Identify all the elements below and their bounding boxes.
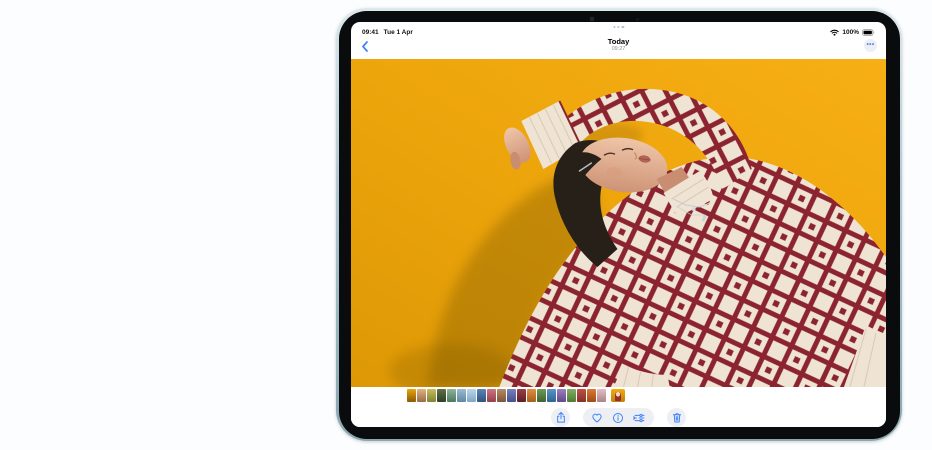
delete-icon — [671, 411, 683, 424]
more-button[interactable]: ••• — [864, 39, 877, 52]
photo-toolbar — [351, 408, 886, 427]
filmstrip-thumbnail[interactable] — [547, 389, 556, 402]
microphone — [636, 18, 639, 21]
filmstrip-thumbnail[interactable] — [597, 389, 606, 402]
filmstrip-thumbnail[interactable] — [487, 389, 496, 402]
wifi-icon — [830, 29, 839, 36]
share-button[interactable] — [551, 408, 570, 427]
battery-icon — [862, 29, 875, 36]
filmstrip-thumbnail[interactable] — [527, 389, 536, 402]
multitask-indicator[interactable] — [613, 26, 624, 28]
filmstrip-thumbnail[interactable] — [517, 389, 526, 402]
filmstrip-thumbnail[interactable] — [537, 389, 546, 402]
photo-view[interactable] — [351, 59, 886, 387]
filmstrip-thumbnail[interactable] — [477, 389, 486, 402]
necklace-pendant — [692, 207, 696, 211]
bottom-chrome — [351, 387, 886, 427]
status-date: Tue 1 Apr — [384, 29, 413, 36]
battery-percent: 100% — [842, 29, 859, 36]
page-title: Today — [351, 37, 886, 46]
filmstrip-thumbnail[interactable] — [497, 389, 506, 402]
nav-bar: Today 09:27 ••• — [351, 36, 886, 59]
front-camera — [590, 17, 594, 21]
favorite-icon[interactable] — [591, 412, 603, 424]
status-bar: 09:41 Tue 1 Apr 100% — [351, 22, 886, 36]
status-time: 09:41 — [362, 29, 379, 36]
filmstrip-thumbnail[interactable] — [437, 389, 446, 402]
page-subtitle: 09:27 — [351, 46, 886, 52]
filmstrip-thumbnail[interactable] — [567, 389, 576, 402]
ipad-device: 09:41 Tue 1 Apr 100% — [336, 8, 902, 441]
info-icon[interactable] — [612, 412, 624, 424]
filmstrip-selected-thumbnail[interactable] — [611, 389, 625, 402]
share-icon — [555, 411, 567, 424]
filmstrip-thumbnail[interactable] — [447, 389, 456, 402]
filmstrip-thumbnail[interactable] — [417, 389, 426, 402]
filmstrip-thumbnail[interactable] — [427, 389, 436, 402]
filmstrip-thumbnail[interactable] — [507, 389, 516, 402]
filmstrip-thumbnail[interactable] — [587, 389, 596, 402]
filmstrip-thumbnail[interactable] — [557, 389, 566, 402]
filmstrip-thumbnail[interactable] — [457, 389, 466, 402]
delete-button[interactable] — [667, 408, 686, 427]
photo-filmstrip — [407, 389, 625, 402]
filmstrip-thumbnail[interactable] — [467, 389, 476, 402]
actions-pill — [583, 408, 654, 427]
cheek — [606, 167, 622, 177]
adjust-icon[interactable] — [633, 412, 646, 424]
filmstrip-thumbnail[interactable] — [577, 389, 586, 402]
filmstrip-thumbnail[interactable] — [407, 389, 416, 402]
screen: 09:41 Tue 1 Apr 100% — [351, 22, 886, 427]
